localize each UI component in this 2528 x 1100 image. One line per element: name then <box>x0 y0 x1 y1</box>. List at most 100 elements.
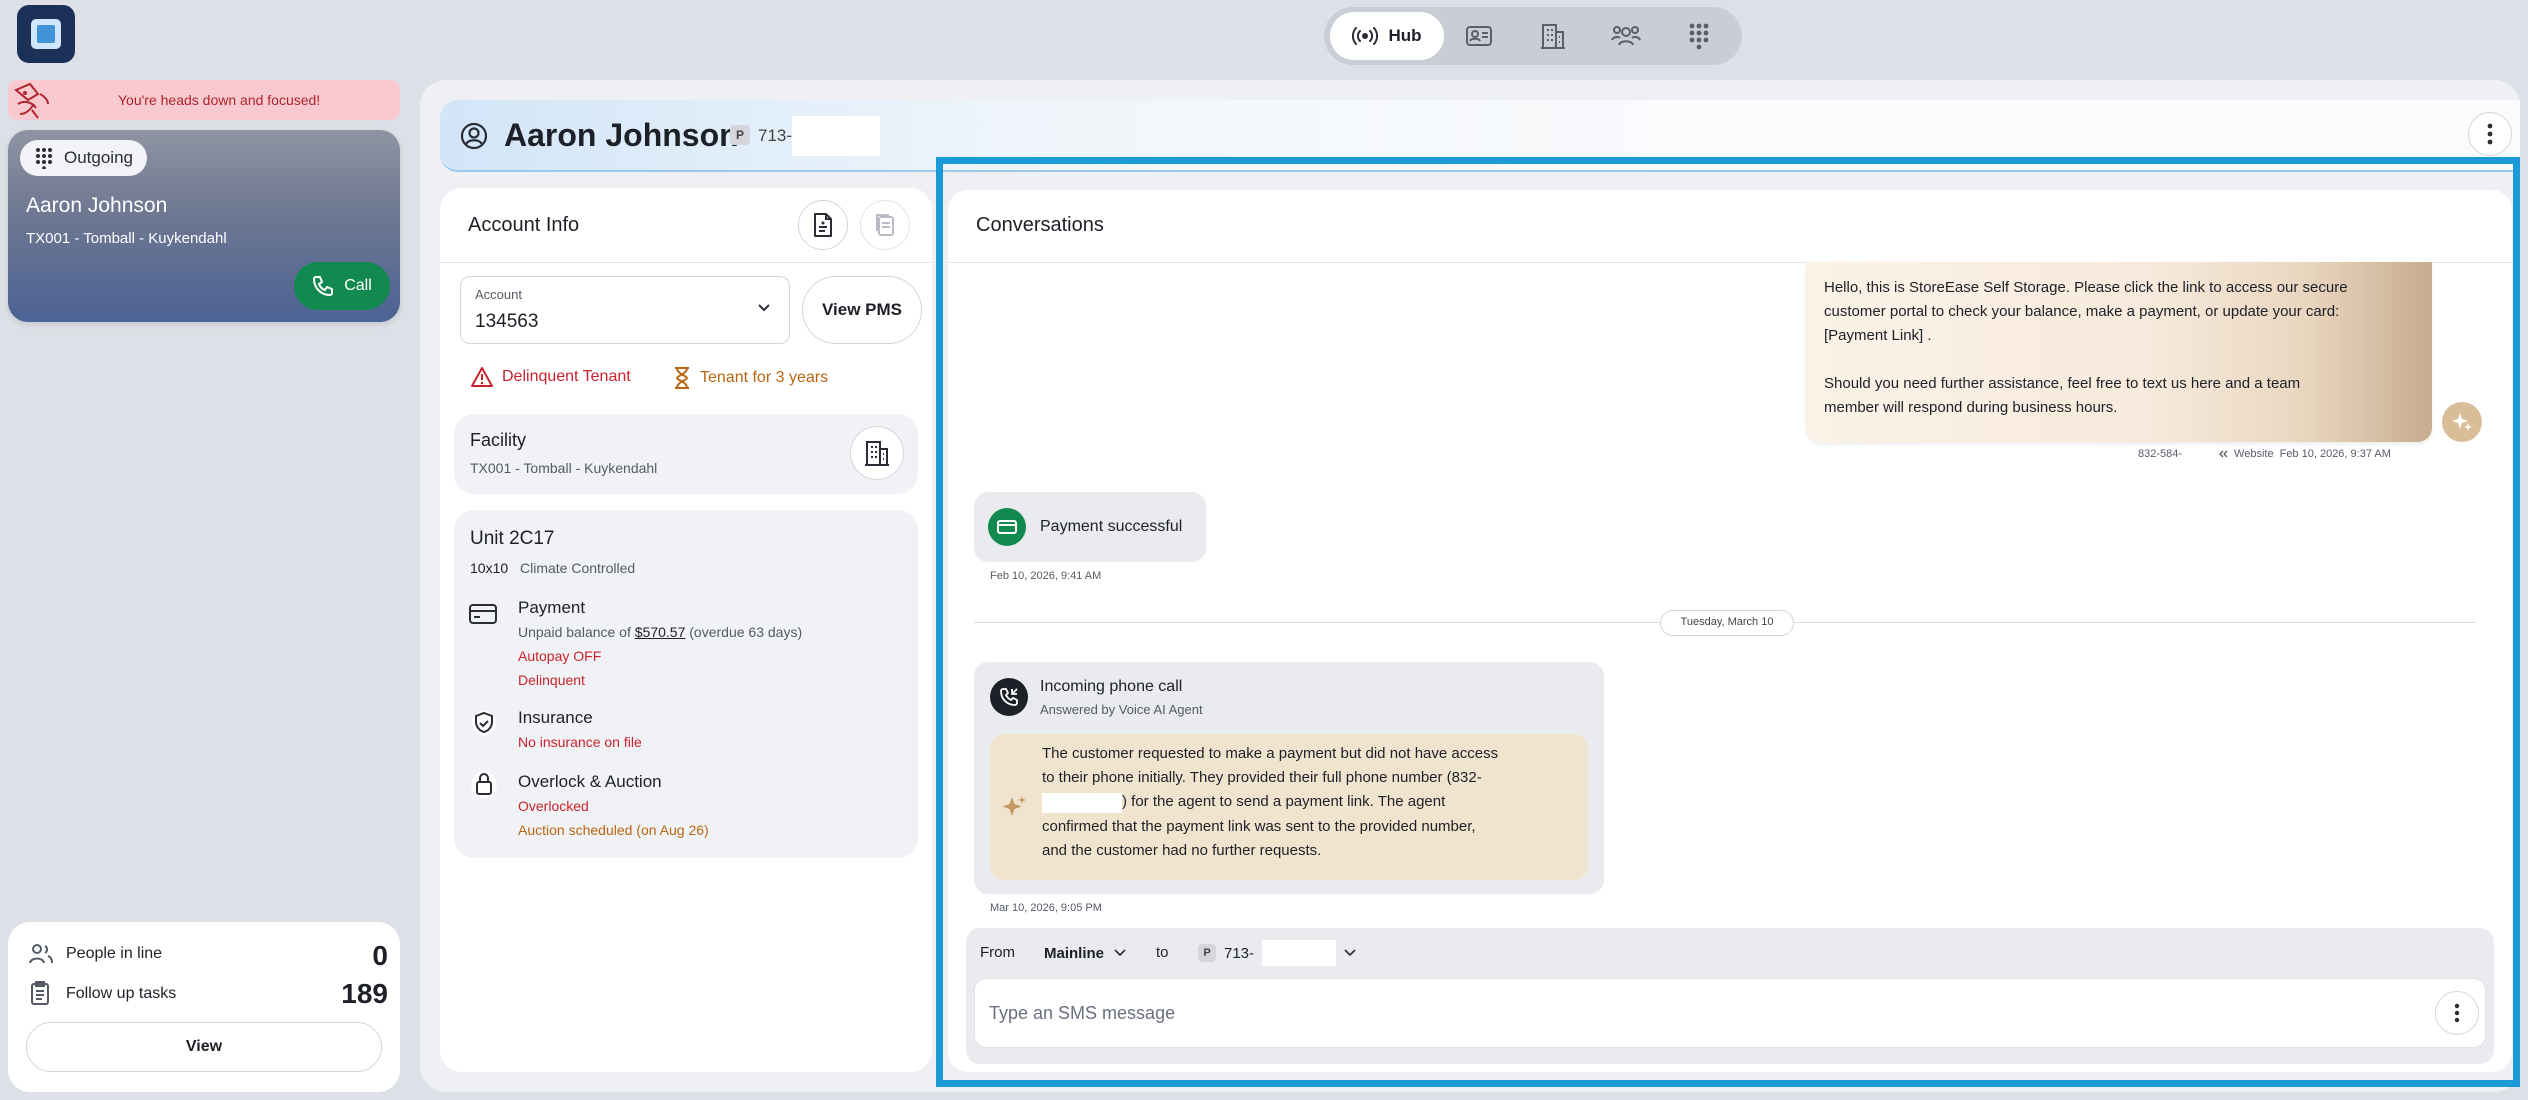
focus-banner: You're heads down and focused! <box>8 80 400 120</box>
composer-more-button[interactable] <box>2435 991 2479 1035</box>
delinquent-tenant-tag: Delinquent Tenant <box>470 366 631 388</box>
composer-from-label: From <box>980 944 1015 961</box>
warning-icon <box>470 366 494 388</box>
hourglass-icon <box>672 366 692 390</box>
unit-climate: Climate Controlled <box>520 560 636 576</box>
app-logo[interactable] <box>17 5 75 63</box>
incoming-call-icon <box>990 678 1028 716</box>
sms-line-3: [Payment Link] . <box>1824 327 1932 344</box>
copy-icon <box>874 212 896 238</box>
people-in-line-row[interactable]: People in line 0 <box>28 940 388 971</box>
sparkle-icon <box>1002 794 1028 820</box>
contact-phone: 713- <box>758 126 793 145</box>
outgoing-sms-bubble: Hello, this is StoreEase Self Storage. P… <box>1806 262 2432 442</box>
call-button[interactable]: Call <box>294 262 390 310</box>
contact-card-icon <box>1465 25 1493 47</box>
document-icon <box>812 212 834 238</box>
contact-more-button[interactable] <box>2468 112 2512 156</box>
account-copy-button[interactable] <box>860 200 910 250</box>
people-in-line-label: People in line <box>66 945 163 962</box>
lock-icon <box>470 768 498 800</box>
follow-up-tasks-count: 189 <box>341 978 388 1009</box>
people-icon <box>1611 23 1641 49</box>
view-pms-button[interactable]: View PMS <box>802 276 922 344</box>
call-event-subtitle: Answered by Voice AI Agent <box>1040 702 1203 717</box>
autopay-status: Autopay OFF <box>518 648 602 664</box>
account-document-button[interactable] <box>798 200 848 250</box>
sms-meta: 832-584- Website Feb 10, 2026, 9:37 AM <box>2138 448 2391 460</box>
composer-to-label: to <box>1156 944 1169 961</box>
call-card: Outgoing Aaron Johnson TX001 - Tomball -… <box>8 130 400 322</box>
nav-contacts-button[interactable] <box>1462 21 1496 51</box>
call-button-label: Call <box>344 277 372 294</box>
nav-hub-label: Hub <box>1388 26 1422 45</box>
account-select[interactable]: Account 134563 <box>460 276 790 344</box>
conversations-title: Conversations <box>976 214 1104 236</box>
redacted-block <box>1042 793 1122 813</box>
delinquent-status: Delinquent <box>518 672 585 688</box>
contact-avatar-icon <box>460 122 488 150</box>
tenure-label: Tenant for 3 years <box>700 369 829 386</box>
caller-name: Aaron Johnson <box>26 194 168 217</box>
sms-message-placeholder: Type an SMS message <box>989 1003 1176 1023</box>
phone-icon <box>312 275 334 297</box>
payment-event-chip: Payment successful <box>974 492 1206 562</box>
call-summary-line-1: The customer requested to make a payment… <box>1042 745 1499 762</box>
redacted-block <box>1262 940 1337 966</box>
chevron-down-icon <box>757 303 771 313</box>
account-select-label: Account <box>475 287 522 302</box>
queue-view-label: View <box>185 1038 223 1055</box>
overlock-status: Overlocked <box>518 798 589 814</box>
nav-hub-button[interactable]: Hub <box>1330 12 1444 60</box>
facility-open-button[interactable] <box>850 426 904 480</box>
focus-character-icon <box>10 80 56 124</box>
nav-dialpad-button[interactable] <box>1682 19 1716 53</box>
to-number-badge: P <box>1198 944 1216 962</box>
call-summary-line-5: and the customer had no further requests… <box>1042 842 1322 859</box>
sms-composer: From Mainline to P 713- Type an SMS mess… <box>966 928 2494 1064</box>
insurance-title: Insurance <box>518 708 593 727</box>
dialpad-icon <box>34 147 54 169</box>
sparkle-icon <box>2451 411 2473 433</box>
nav-people-button[interactable] <box>1608 19 1644 53</box>
payment-title: Payment <box>518 598 586 617</box>
building-icon <box>864 439 890 467</box>
double-chevron-left-icon <box>2218 450 2228 458</box>
call-summary-box: The customer requested to make a payment… <box>990 734 1588 880</box>
overlock-title: Overlock & Auction <box>518 772 662 791</box>
people-in-line-count: 0 <box>372 940 388 971</box>
contact-name: Aaron Johnson <box>504 117 739 153</box>
more-vertical-icon <box>2487 123 2493 145</box>
chevron-down-icon <box>1344 949 1356 957</box>
more-vertical-icon <box>2454 1003 2460 1023</box>
sms-meta-source: Website <box>2234 448 2274 460</box>
account-select-value: 134563 <box>475 311 539 332</box>
sms-line-4: Should you need further assistance, feel… <box>1824 375 2301 392</box>
sms-meta-time: Feb 10, 2026, 9:37 AM <box>2279 448 2391 460</box>
queue-view-button[interactable]: View <box>26 1022 382 1072</box>
facility-value: TX001 - Tomball - Kuykendahl <box>470 460 658 476</box>
divider <box>440 262 932 263</box>
call-event-title: Incoming phone call <box>1040 678 1183 695</box>
facility-label: Facility <box>470 430 527 450</box>
unit-title: Unit 2C17 <box>470 528 555 549</box>
sms-message-input[interactable]: Type an SMS message <box>974 978 2486 1048</box>
call-event-card: Incoming phone call Answered by Voice AI… <box>974 662 1604 894</box>
caller-location: TX001 - Tomball - Kuykendahl <box>26 230 227 247</box>
unit-size: 10x10 <box>470 560 509 576</box>
to-number-value: 713- <box>1224 944 1255 962</box>
queue-panel: People in line 0 Follow up tasks 189 Vie… <box>8 922 400 1092</box>
from-line-value: Mainline <box>1044 944 1105 962</box>
credit-card-icon <box>468 602 498 626</box>
nav-facilities-button[interactable] <box>1536 19 1570 53</box>
follow-up-tasks-row[interactable]: Follow up tasks 189 <box>28 978 388 1010</box>
unit-card: Unit 2C17 10x10 Climate Controlled Payme… <box>454 510 918 858</box>
follow-up-tasks-label: Follow up tasks <box>66 985 177 1002</box>
to-number-select[interactable]: P 713- <box>1198 938 1356 968</box>
payment-balance-prefix: Unpaid balance of <box>518 624 631 640</box>
from-line-select[interactable]: Mainline <box>1044 938 1126 968</box>
clipboard-icon <box>30 980 52 1006</box>
payment-balance-amount: $570.57 <box>634 624 686 640</box>
auction-status: Auction scheduled (on Aug 26) <box>518 822 709 838</box>
dialpad-icon <box>1687 22 1711 50</box>
